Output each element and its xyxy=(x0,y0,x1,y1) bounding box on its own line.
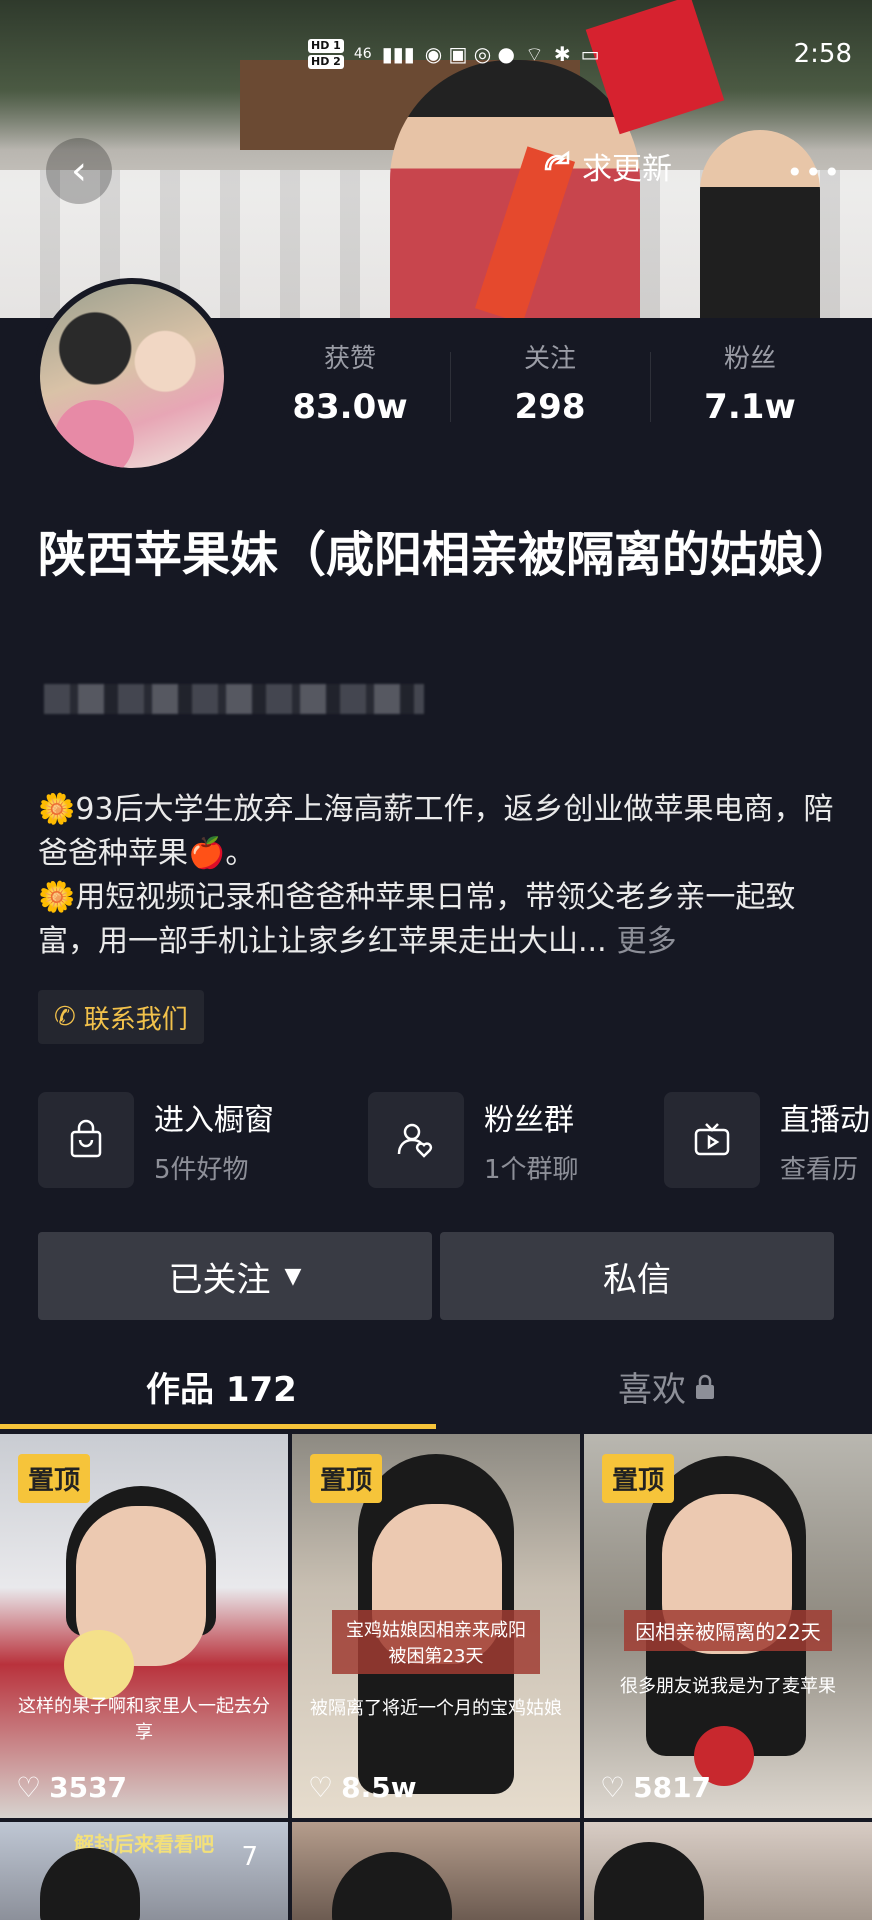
video-tile[interactable]: 置顶 因相亲被隔离的22天 很多朋友说我是为了麦苹果 ♡ 5817 xyxy=(584,1434,872,1818)
video-caption-title: 解封后来看看吧 xyxy=(74,1832,214,1856)
stat-value: 83.0w xyxy=(292,387,408,427)
video-caption-title: 因相亲被隔离的22天 xyxy=(624,1610,832,1651)
video-caption: 这样的果子啊和家里人一起去分享 xyxy=(18,1696,270,1743)
video-likes-count: 8.5w xyxy=(341,1771,417,1804)
profile-bio[interactable]: 🌼93后大学生放弃上海高薪工作，返乡创业做苹果电商，陪爸爸种苹果🍎。 🌼用短视频… xyxy=(38,788,838,964)
caret-down-icon: ▼ xyxy=(284,1263,302,1289)
video-likes: ♡ 5817 xyxy=(600,1771,711,1804)
stat-following[interactable]: 关注 298 xyxy=(450,338,650,427)
tab-active-indicator xyxy=(0,1424,436,1429)
wifi-icon: ⌔ xyxy=(525,41,544,66)
video-likes: ♡ 3537 xyxy=(16,1771,127,1804)
video-likes-count: 3537 xyxy=(49,1771,128,1804)
feature-live[interactable]: 直播动 查看历 xyxy=(664,1092,870,1188)
video-tile[interactable]: 置顶 这样的果子啊和家里人一起去分享 ♡ 3537 xyxy=(0,1434,288,1818)
feature-fan-group[interactable]: 粉丝群 1个群聊 xyxy=(368,1092,579,1188)
bio-more-link[interactable]: 更多 xyxy=(617,924,677,959)
stat-label: 粉丝 xyxy=(723,344,776,374)
message-label: 私信 xyxy=(603,1259,671,1300)
avatar-flowers xyxy=(54,400,134,468)
tab-works[interactable]: 作品 172 xyxy=(146,1362,297,1411)
tab-likes[interactable]: 喜欢 xyxy=(618,1362,716,1411)
stat-fans[interactable]: 粉丝 7.1w xyxy=(650,338,850,427)
video-caption: 很多朋友说我是为了麦苹果 xyxy=(620,1676,836,1697)
video-tile[interactable]: 置顶 宝鸡姑娘因相亲来咸阳被困第23天 被隔离了将近一个月的宝鸡姑娘 ♡ 8.5… xyxy=(292,1434,580,1818)
heart-icon: ♡ xyxy=(16,1771,42,1804)
heart-icon: ♡ xyxy=(600,1771,626,1804)
stat-likes[interactable]: 获赞 83.0w xyxy=(250,338,450,427)
person-hair xyxy=(332,1852,452,1920)
stat-value: 7.1w xyxy=(704,387,796,427)
app-notification-icons: ◉ ▣ ◎ ● xyxy=(424,42,516,66)
profile-stats: 获赞 83.0w 关注 298 粉丝 7.1w xyxy=(250,338,850,427)
battery-icon: ▭ xyxy=(580,42,600,66)
video-tile[interactable]: 解封后来看看吧 7 xyxy=(0,1822,288,1920)
blurred-account-id xyxy=(44,684,424,714)
contact-us-button[interactable]: ✆ 联系我们 xyxy=(38,990,204,1044)
bluetooth-icon: ✱ xyxy=(553,42,571,66)
lock-icon xyxy=(696,1374,714,1399)
video-caption-title: 宝鸡姑娘因相亲来咸阳被困第23天 xyxy=(332,1610,540,1674)
more-dots-icon[interactable]: ••• xyxy=(786,156,842,189)
video-tile[interactable] xyxy=(584,1822,872,1920)
person-hair xyxy=(594,1842,704,1920)
avatar[interactable] xyxy=(34,278,230,474)
stat-label: 获赞 xyxy=(323,344,376,374)
pinned-badge: 置顶 xyxy=(602,1454,675,1503)
fan-group-icon xyxy=(368,1092,464,1188)
video-likes-count: 5817 xyxy=(633,1771,712,1804)
request-update-button[interactable]: 求更新 xyxy=(540,144,672,188)
shopping-bag-icon xyxy=(38,1092,134,1188)
video-play-count: 7 xyxy=(241,1842,258,1872)
chevron-left-icon: ‹ xyxy=(71,148,87,194)
video-caption: 被隔离了将近一个月的宝鸡姑娘 xyxy=(310,1698,562,1719)
live-tv-icon xyxy=(664,1092,760,1188)
clock: 2:58 xyxy=(793,39,852,69)
stat-value: 298 xyxy=(514,387,586,427)
phone-icon: ✆ xyxy=(54,1002,76,1032)
followed-button[interactable]: 已关注 ▼ xyxy=(38,1232,432,1320)
followed-label: 已关注 xyxy=(168,1259,271,1300)
network-label: 46 xyxy=(353,46,372,62)
update-icon xyxy=(544,150,570,171)
signal-icon: ▮▮▮ xyxy=(381,42,415,66)
bio-line-1: 🌼93后大学生放弃上海高薪工作，返乡创业做苹果电商，陪爸爸种苹果🍎。 xyxy=(38,792,834,871)
feature-title: 直播动 xyxy=(780,1102,870,1138)
feature-subtitle: 查看历 xyxy=(780,1154,859,1185)
tab-likes-label: 喜欢 xyxy=(618,1370,686,1410)
feature-subtitle: 5件好物 xyxy=(154,1154,249,1185)
video-tile[interactable] xyxy=(292,1822,580,1920)
pinned-badge: 置顶 xyxy=(18,1454,91,1503)
feature-entries: 进入橱窗 5件好物 粉丝群 1个群聊 直播动 查看历 xyxy=(38,1092,872,1192)
apple-half xyxy=(64,1630,134,1700)
person-hair xyxy=(40,1848,140,1920)
profile-name: 陕西苹果妹（咸阳相亲被隔离的姑娘） xyxy=(38,527,855,583)
back-button[interactable]: ‹ xyxy=(46,138,112,204)
request-update-label: 求更新 xyxy=(582,152,672,187)
video-likes: ♡ 8.5w xyxy=(308,1771,417,1804)
feature-subtitle: 1个群聊 xyxy=(484,1154,579,1185)
message-button[interactable]: 私信 xyxy=(440,1232,834,1320)
heart-icon: ♡ xyxy=(308,1771,334,1804)
bio-line-2: 🌼用短视频记录和爸爸种苹果日常，带领父老乡亲一起致富，用一部手机让让家乡红苹果走… xyxy=(38,880,796,959)
status-bar: HD 1 HD 2 46 ▮▮▮ ◉ ▣ ◎ ● ⌔ ✱ ▭ 2:58 xyxy=(308,34,852,74)
hd1-badge: HD 1 xyxy=(308,39,344,53)
feature-title: 进入橱窗 xyxy=(154,1102,274,1138)
feature-showcase[interactable]: 进入橱窗 5件好物 xyxy=(38,1092,274,1188)
pinned-badge: 置顶 xyxy=(310,1454,383,1503)
content-tabs: 作品 172 喜欢 xyxy=(0,1340,872,1430)
stat-label: 关注 xyxy=(523,344,576,374)
feature-title: 粉丝群 xyxy=(484,1102,574,1138)
contact-us-label: 联系我们 xyxy=(83,1004,188,1035)
hd2-badge: HD 2 xyxy=(308,55,344,69)
